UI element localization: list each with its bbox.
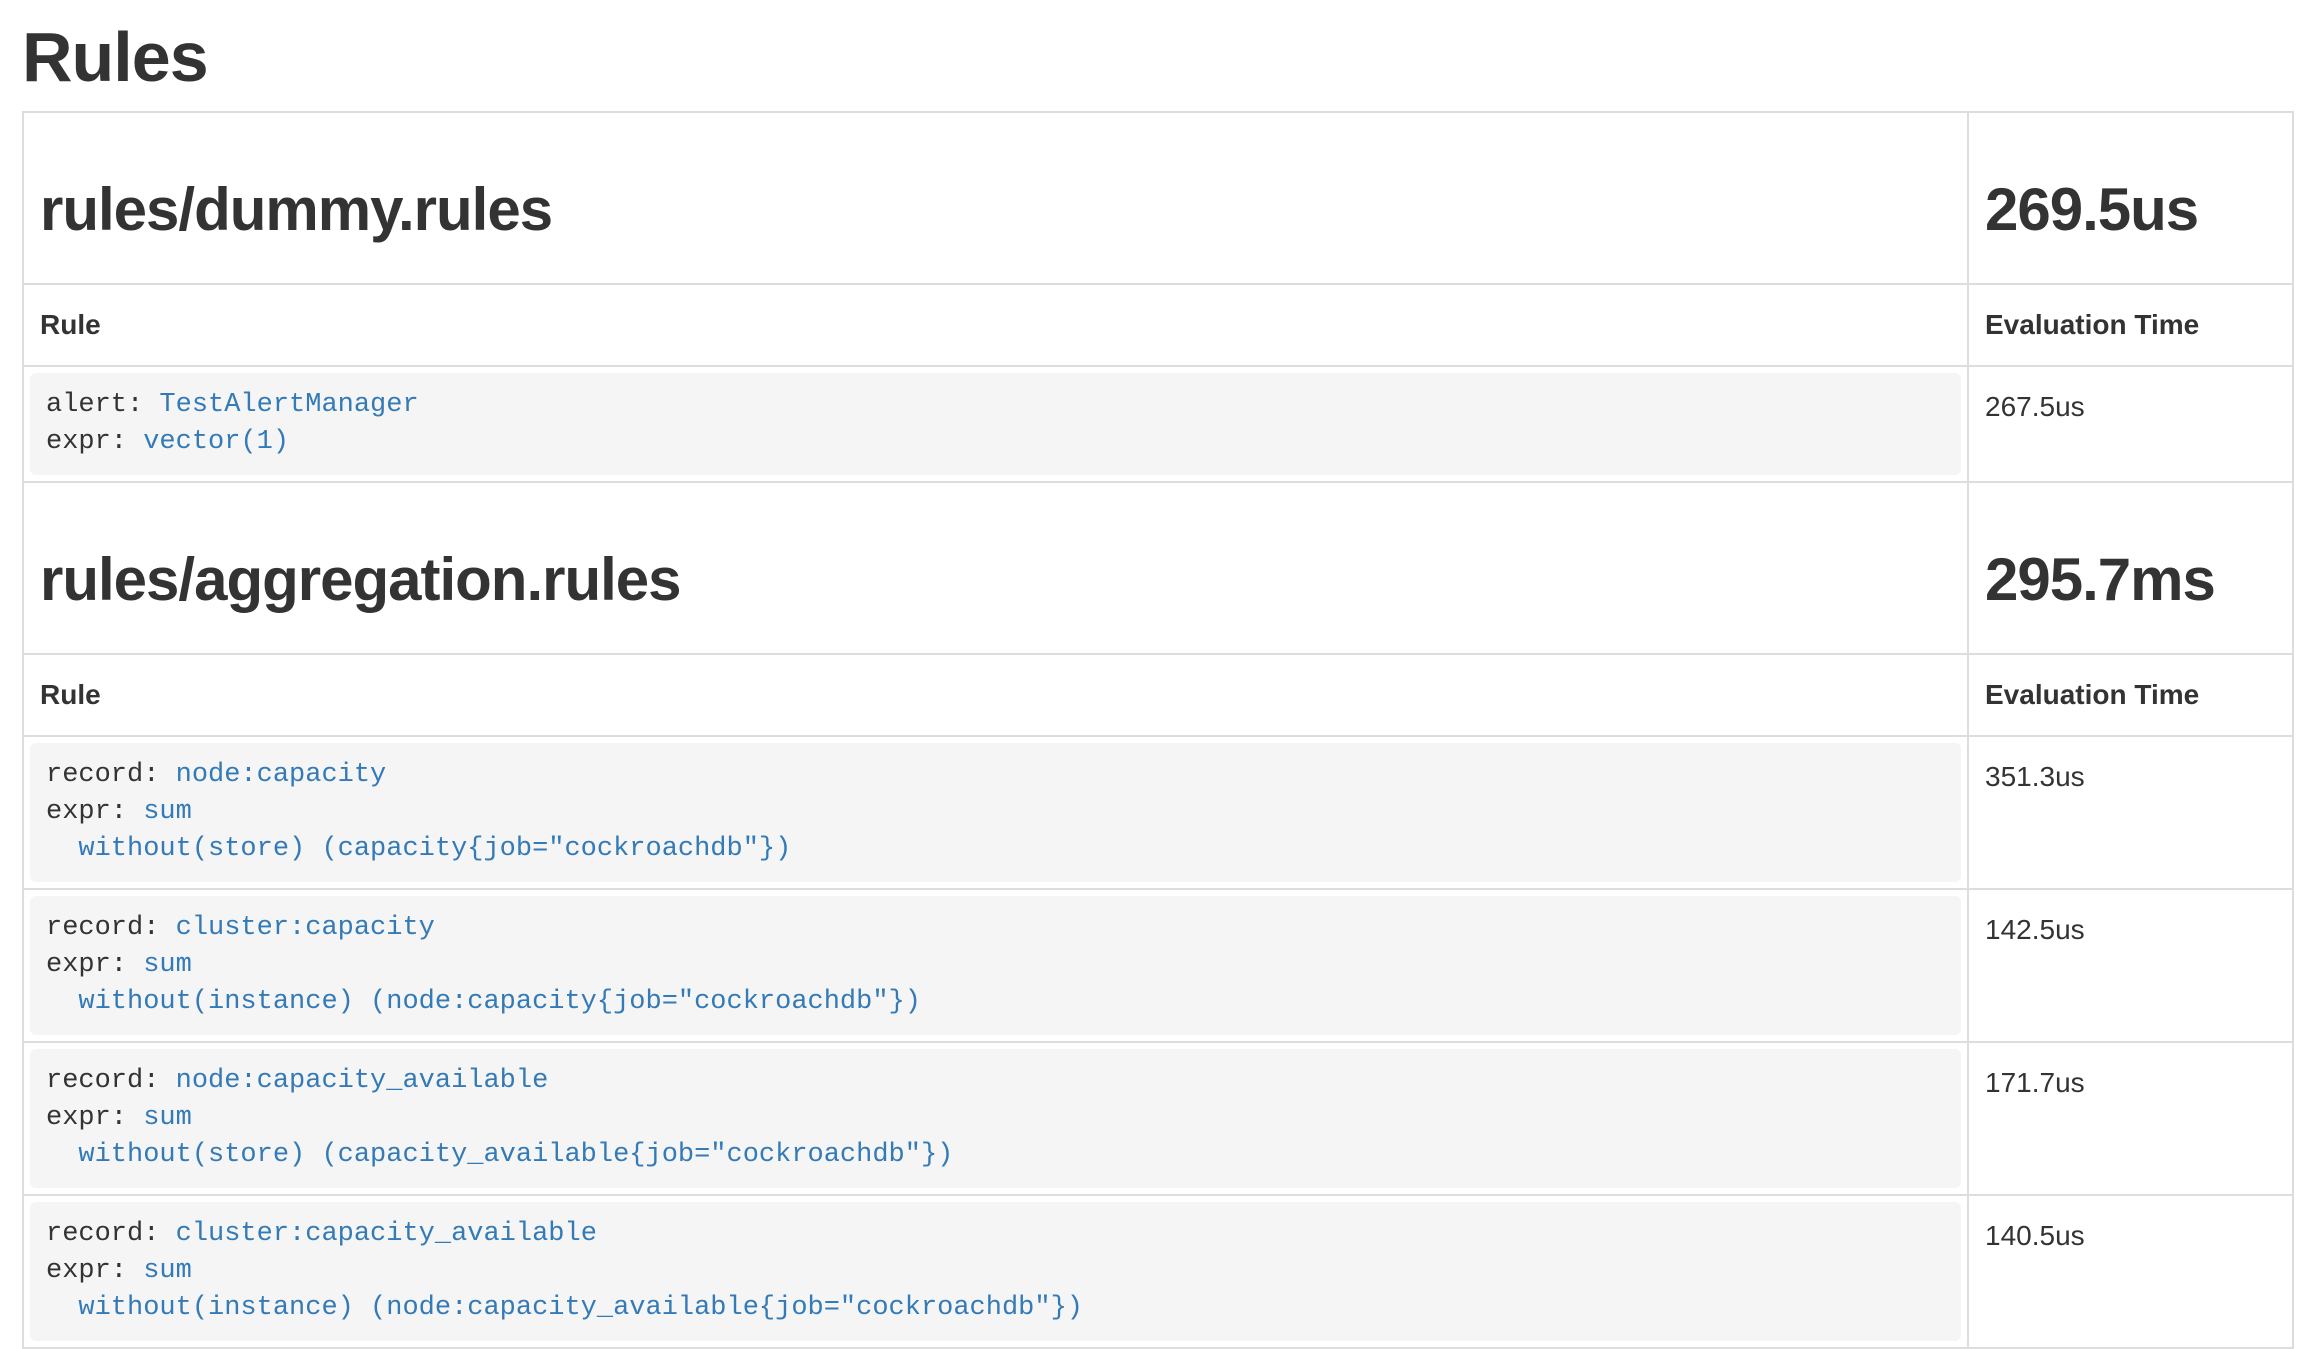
record-name-link[interactable]: node:capacity: [176, 760, 387, 790]
column-header-rule: Rule: [23, 284, 1968, 366]
rule-group-file-cell: rules/aggregation.rules: [23, 482, 1968, 654]
column-header-evaluation-time: Evaluation Time: [1968, 654, 2293, 736]
rule-evaluation-time: 142.5us: [1968, 889, 2293, 1042]
rule-group-header-row: rules/aggregation.rules 295.7ms: [23, 482, 2293, 654]
rule-group-total-evaluation-time: 295.7ms: [1985, 547, 2276, 613]
alert-name-link[interactable]: TestAlertManager: [159, 390, 418, 420]
rules-page: Rules rules/dummy.rules269.5usRuleEvalua…: [0, 18, 2316, 1349]
rule-definition: alert: TestAlertManager expr: vector(1): [30, 373, 1961, 475]
expr-link[interactable]: sum without(instance) (node:capacity_ava…: [46, 1256, 1083, 1323]
rule-group-total-evaluation-time: 269.5us: [1985, 177, 2276, 243]
rule-row: record: cluster:capacity expr: sum witho…: [23, 889, 2293, 1042]
rule-definition-cell: alert: TestAlertManager expr: vector(1): [23, 366, 1968, 482]
rule-evaluation-time: 140.5us: [1968, 1195, 2293, 1348]
rules-table: rules/dummy.rules269.5usRuleEvaluation T…: [22, 111, 2294, 1349]
rule-evaluation-time: 171.7us: [1968, 1042, 2293, 1195]
rule-group-total-time-cell: 269.5us: [1968, 112, 2293, 284]
record-name-link[interactable]: cluster:capacity: [176, 913, 435, 943]
rule-evaluation-time: 351.3us: [1968, 736, 2293, 889]
rule-group-total-time-cell: 295.7ms: [1968, 482, 2293, 654]
record-name-link[interactable]: cluster:capacity_available: [176, 1219, 597, 1249]
expr-link[interactable]: sum without(store) (capacity{job="cockro…: [46, 797, 791, 864]
record-name-link[interactable]: node:capacity_available: [176, 1066, 549, 1096]
rules-table-body: rules/dummy.rules269.5usRuleEvaluation T…: [23, 112, 2293, 1348]
rule-definition-cell: record: node:capacity_available expr: su…: [23, 1042, 1968, 1195]
rule-row: alert: TestAlertManager expr: vector(1)2…: [23, 366, 2293, 482]
rule-row: record: cluster:capacity_available expr:…: [23, 1195, 2293, 1348]
column-header-row: RuleEvaluation Time: [23, 284, 2293, 366]
rule-definition: record: cluster:capacity expr: sum witho…: [30, 896, 1961, 1035]
rule-definition: record: node:capacity_available expr: su…: [30, 1049, 1961, 1188]
rule-group-header-row: rules/dummy.rules 269.5us: [23, 112, 2293, 284]
column-header-rule: Rule: [23, 654, 1968, 736]
rule-row: record: node:capacity expr: sum without(…: [23, 736, 2293, 889]
expr-link[interactable]: vector(1): [143, 427, 289, 457]
rule-row: record: node:capacity_available expr: su…: [23, 1042, 2293, 1195]
column-header-row: RuleEvaluation Time: [23, 654, 2293, 736]
rule-definition: record: cluster:capacity_available expr:…: [30, 1202, 1961, 1341]
rule-definition: record: node:capacity expr: sum without(…: [30, 743, 1961, 882]
rule-definition-cell: record: node:capacity expr: sum without(…: [23, 736, 1968, 889]
rule-group-file: rules/aggregation.rules: [40, 547, 1951, 613]
rule-group-file-cell: rules/dummy.rules: [23, 112, 1968, 284]
expr-link[interactable]: sum without(store) (capacity_available{j…: [46, 1103, 953, 1170]
page-title: Rules: [22, 18, 2294, 97]
rule-definition-cell: record: cluster:capacity expr: sum witho…: [23, 889, 1968, 1042]
rule-group-file: rules/dummy.rules: [40, 177, 1951, 243]
column-header-evaluation-time: Evaluation Time: [1968, 284, 2293, 366]
rule-definition-cell: record: cluster:capacity_available expr:…: [23, 1195, 1968, 1348]
expr-link[interactable]: sum without(instance) (node:capacity{job…: [46, 950, 921, 1017]
rule-evaluation-time: 267.5us: [1968, 366, 2293, 482]
